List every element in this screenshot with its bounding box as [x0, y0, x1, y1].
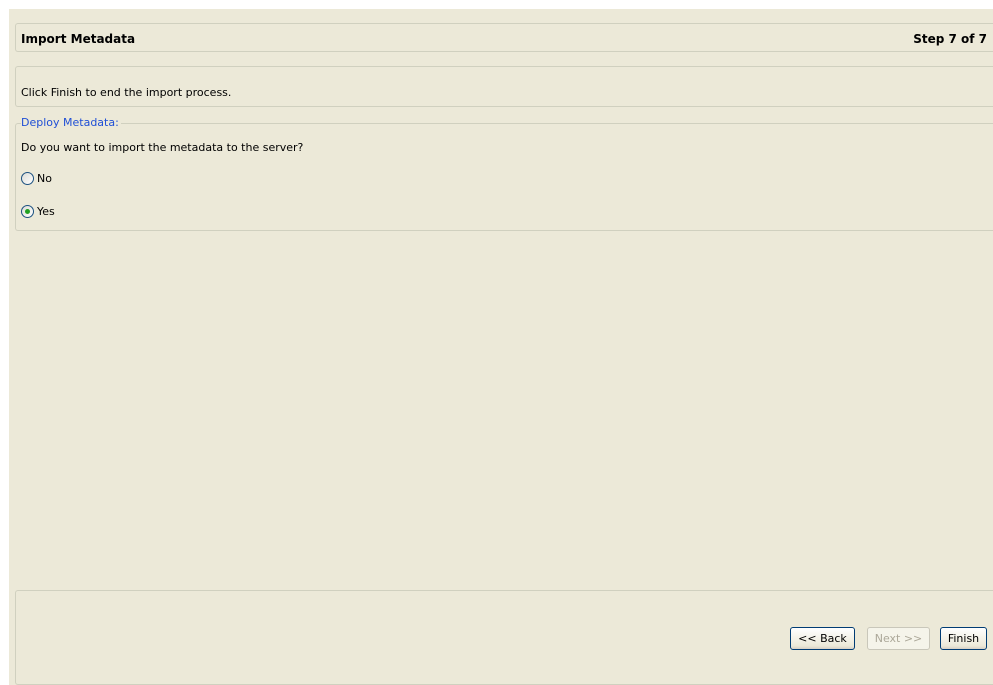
page-title: Import Metadata [21, 32, 136, 46]
import-wizard-window: Import Metadata Step 7 of 7 Click Finish… [9, 9, 993, 685]
radio-yes[interactable]: Yes [21, 205, 55, 218]
wizard-header: Import Metadata Step 7 of 7 [15, 23, 993, 52]
group-legend: Deploy Metadata: [21, 116, 121, 129]
radio-no-circle-icon[interactable] [21, 172, 34, 185]
deploy-question: Do you want to import the metadata to th… [21, 141, 304, 154]
radio-no[interactable]: No [21, 172, 52, 185]
radio-yes-label[interactable]: Yes [37, 205, 55, 218]
radio-no-label[interactable]: No [37, 172, 52, 185]
finish-button[interactable]: Finish [940, 627, 987, 650]
step-indicator: Step 7 of 7 [913, 32, 987, 46]
instruction-text: Click Finish to end the import process. [21, 86, 232, 99]
back-button[interactable]: << Back [790, 627, 855, 650]
next-button[interactable]: Next >> [867, 627, 930, 650]
deploy-metadata-group: Deploy Metadata: Do you want to import t… [15, 116, 993, 231]
radio-yes-circle-icon[interactable] [21, 205, 34, 218]
instruction-panel: Click Finish to end the import process. [15, 66, 993, 107]
